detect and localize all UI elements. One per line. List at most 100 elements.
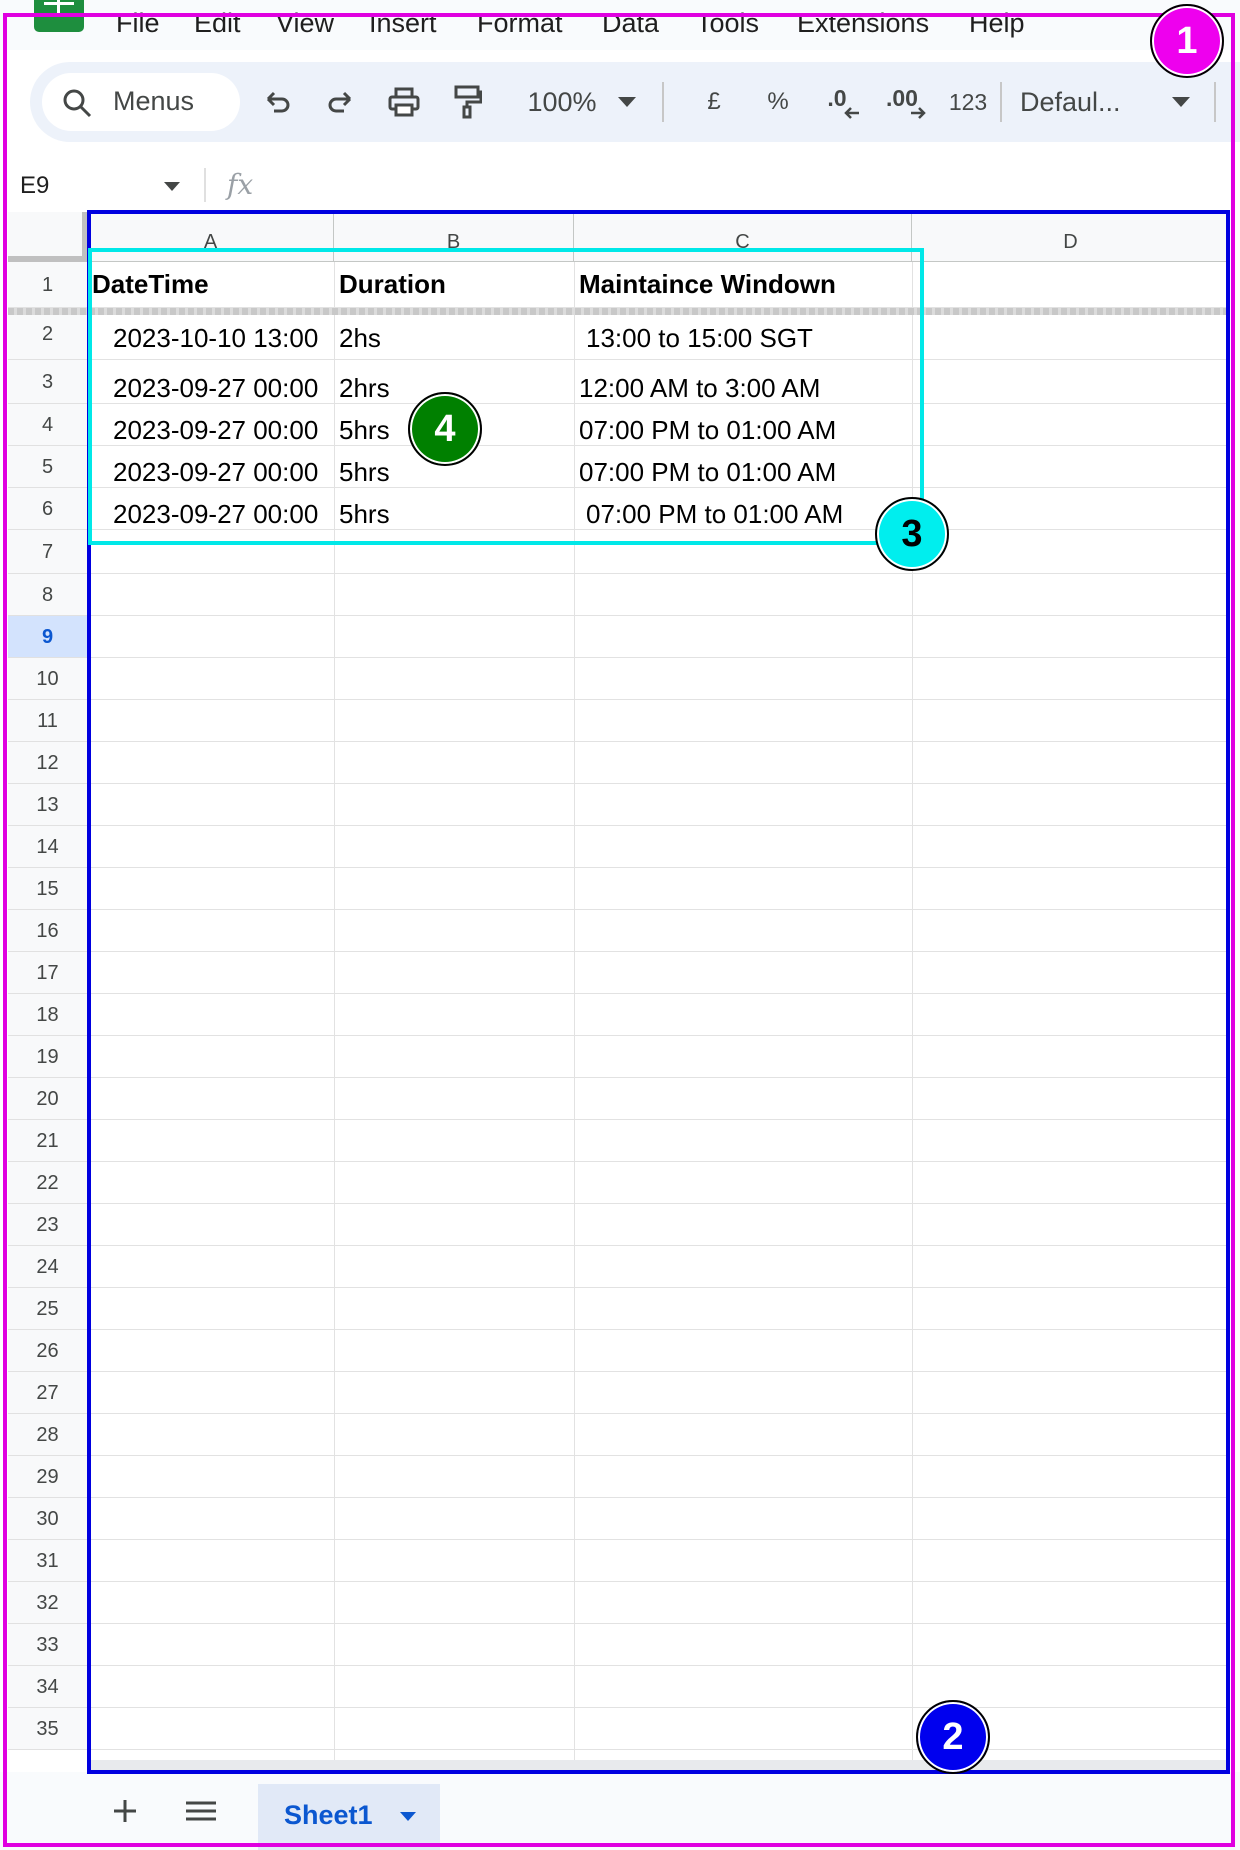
- chevron-down-icon[interactable]: [164, 182, 180, 191]
- horizontal-scrollbar[interactable]: [88, 1760, 1230, 1772]
- row-header-5[interactable]: 5: [8, 446, 88, 488]
- cell-b5[interactable]: 5hrs: [339, 457, 390, 487]
- row-header-31[interactable]: 31: [8, 1540, 88, 1582]
- menu-file[interactable]: File: [116, 8, 160, 39]
- row-header-2[interactable]: 2: [8, 308, 88, 360]
- name-box[interactable]: E9: [20, 172, 49, 200]
- menu-edit[interactable]: Edit: [194, 8, 241, 39]
- menus-search[interactable]: Menus: [42, 73, 240, 131]
- row-header-27[interactable]: 27: [8, 1372, 88, 1414]
- cell-c1[interactable]: Maintaince Windown: [579, 269, 836, 299]
- menu-format[interactable]: Format: [477, 8, 563, 39]
- cell-a5[interactable]: 2023-09-27 00:00: [113, 457, 318, 487]
- row-header-23[interactable]: 23: [8, 1204, 88, 1246]
- row-header-24[interactable]: 24: [8, 1246, 88, 1288]
- add-sheet-button[interactable]: [100, 1786, 150, 1836]
- cell-a2[interactable]: 2023-10-10 13:00: [113, 323, 318, 353]
- all-sheets-button[interactable]: [176, 1786, 226, 1836]
- cell-a1[interactable]: DateTime: [92, 269, 209, 299]
- column-header-c[interactable]: C: [574, 212, 912, 262]
- row-header-32[interactable]: 32: [8, 1582, 88, 1624]
- cell-c4[interactable]: 07:00 PM to 01:00 AM: [579, 415, 836, 445]
- row-header-22[interactable]: 22: [8, 1162, 88, 1204]
- row-header-15[interactable]: 15: [8, 868, 88, 910]
- menu-data[interactable]: Data: [602, 8, 659, 39]
- cell-a6[interactable]: 2023-09-27 00:00: [113, 499, 318, 529]
- row-header-6[interactable]: 6: [8, 488, 88, 530]
- cell-c6[interactable]: 07:00 PM to 01:00 AM: [586, 499, 843, 529]
- menu-help[interactable]: Help: [969, 8, 1025, 39]
- menu-view[interactable]: View: [276, 8, 334, 39]
- cell-b1[interactable]: Duration: [339, 269, 446, 299]
- cell-c2[interactable]: 13:00 to 15:00 SGT: [586, 323, 813, 353]
- spreadsheet-grid[interactable]: A B C D 1 2 3 4 5 6 7 8 9 10 11 12 13 14 15 16 17 18 19 20 2…: [8, 212, 1230, 1772]
- row-header-4[interactable]: 4: [8, 404, 88, 446]
- undo-button[interactable]: [258, 78, 298, 126]
- menus-search-label: Menus: [113, 86, 195, 116]
- cell-a3[interactable]: 2023-09-27 00:00: [113, 373, 318, 403]
- print-button[interactable]: [384, 78, 424, 126]
- row-header-19[interactable]: 19: [8, 1036, 88, 1078]
- number-format-label: 123: [948, 88, 988, 115]
- row-header-13[interactable]: 13: [8, 784, 88, 826]
- row-header-30[interactable]: 30: [8, 1498, 88, 1540]
- chevron-down-icon: [1172, 97, 1190, 107]
- print-icon: [388, 87, 420, 117]
- font-select[interactable]: Defaul...: [1020, 78, 1180, 126]
- decrease-decimal-button[interactable]: .0: [812, 78, 862, 126]
- menu-insert[interactable]: Insert: [369, 8, 437, 39]
- row-header-20[interactable]: 20: [8, 1078, 88, 1120]
- cell-b2[interactable]: 2hs: [339, 323, 381, 353]
- sheet-tab-sheet1[interactable]: Sheet1: [258, 1784, 440, 1850]
- row-header-21[interactable]: 21: [8, 1120, 88, 1162]
- row-header-10[interactable]: 10: [8, 658, 88, 700]
- row-header-26[interactable]: 26: [8, 1330, 88, 1372]
- cell-a4[interactable]: 2023-09-27 00:00: [113, 415, 318, 445]
- row-header-12[interactable]: 12: [8, 742, 88, 784]
- row-header-35[interactable]: 35: [8, 1708, 88, 1750]
- cell-b3[interactable]: 2hrs: [339, 373, 390, 403]
- row-header-25[interactable]: 25: [8, 1288, 88, 1330]
- menu-tools[interactable]: Tools: [696, 8, 759, 39]
- chevron-down-icon[interactable]: [400, 1812, 416, 1821]
- cell-b4[interactable]: 5hrs: [339, 415, 390, 445]
- row-header-1[interactable]: 1: [8, 262, 88, 308]
- row-header-29[interactable]: 29: [8, 1456, 88, 1498]
- column-header-a[interactable]: A: [88, 212, 334, 262]
- row-header-17[interactable]: 17: [8, 952, 88, 994]
- cell-b6[interactable]: 5hrs: [339, 499, 390, 529]
- select-all-corner[interactable]: [8, 212, 88, 262]
- menu-extensions[interactable]: Extensions: [797, 8, 929, 39]
- row-header-7[interactable]: 7: [8, 530, 88, 574]
- more-formats-button[interactable]: 123: [938, 78, 998, 126]
- toolbar-divider: [1000, 82, 1002, 122]
- redo-button[interactable]: [320, 78, 360, 126]
- font-dropdown-button[interactable]: [1166, 78, 1196, 126]
- zoom-dropdown-button[interactable]: [612, 78, 642, 126]
- sheets-logo-icon[interactable]: [34, 0, 84, 32]
- zoom-select[interactable]: 100%: [514, 78, 610, 126]
- frozen-row-divider[interactable]: [8, 308, 1230, 315]
- currency-format-button[interactable]: £: [694, 78, 734, 126]
- row-gridline: [88, 403, 1230, 404]
- row-gridline: [88, 1749, 1230, 1750]
- row-header-14[interactable]: 14: [8, 826, 88, 868]
- row-header-8[interactable]: 8: [8, 574, 88, 616]
- row-header-9[interactable]: 9: [8, 616, 88, 658]
- increase-decimal-button[interactable]: .00: [874, 78, 930, 126]
- row-header-11[interactable]: 11: [8, 700, 88, 742]
- row-header-33[interactable]: 33: [8, 1624, 88, 1666]
- column-gridline: [574, 262, 575, 1760]
- row-header-34[interactable]: 34: [8, 1666, 88, 1708]
- row-header-18[interactable]: 18: [8, 994, 88, 1036]
- annotation-badge-3: 3: [875, 497, 949, 571]
- cell-c3[interactable]: 12:00 AM to 3:00 AM: [579, 373, 820, 403]
- row-header-28[interactable]: 28: [8, 1414, 88, 1456]
- column-header-d[interactable]: D: [912, 212, 1230, 262]
- row-header-16[interactable]: 16: [8, 910, 88, 952]
- cell-c5[interactable]: 07:00 PM to 01:00 AM: [579, 457, 836, 487]
- row-header-3[interactable]: 3: [8, 360, 88, 404]
- column-header-b[interactable]: B: [334, 212, 574, 262]
- percent-format-button[interactable]: %: [758, 78, 798, 126]
- paint-format-button[interactable]: [448, 78, 488, 126]
